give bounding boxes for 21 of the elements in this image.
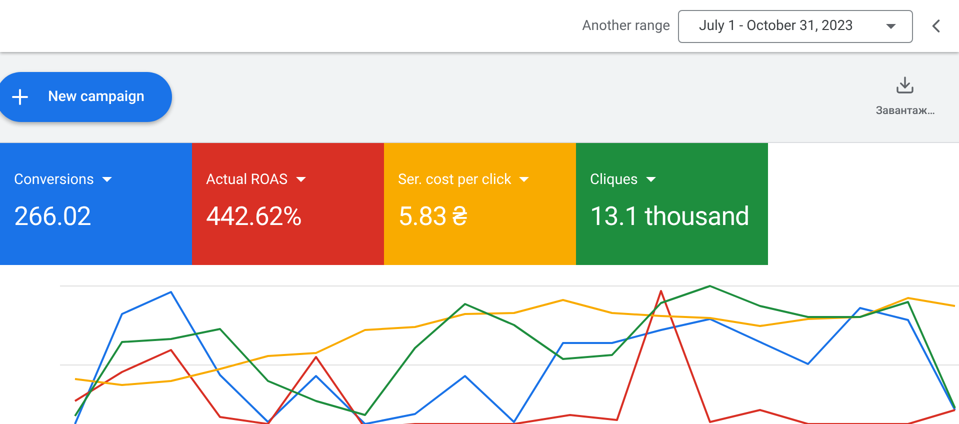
metric-label: Actual ROAS xyxy=(206,170,288,190)
range-label: Another range xyxy=(582,16,670,36)
caret-icon xyxy=(102,177,112,182)
metric-value: 442.62% xyxy=(206,200,302,234)
date-range-dropdown[interactable]: July 1 - October 31, 2023 xyxy=(678,10,913,42)
metric-label: Ser. cost per click xyxy=(398,170,512,190)
caret-icon xyxy=(296,177,306,182)
caret-icon xyxy=(646,177,656,182)
metric-card[interactable]: Actual ROAS 442.62% xyxy=(192,143,384,265)
metric-label: Cliques xyxy=(590,170,638,190)
metric-value: 13.1 thousand xyxy=(590,200,750,234)
caret-icon xyxy=(886,24,896,28)
download-icon xyxy=(895,74,916,95)
metric-card[interactable]: Cliques 13.1 thousand xyxy=(576,143,768,265)
metric-value: 5.83 ₴ xyxy=(398,200,468,234)
caret-icon xyxy=(519,177,530,182)
metric-value: 266.02 xyxy=(14,200,92,234)
metric-label: Conversions xyxy=(14,170,94,190)
new-campaign-button[interactable]: New campaign xyxy=(0,72,172,122)
metric-card[interactable]: Conversions 266.02 xyxy=(0,143,192,265)
download-button[interactable]: Завантаж… xyxy=(876,74,935,120)
